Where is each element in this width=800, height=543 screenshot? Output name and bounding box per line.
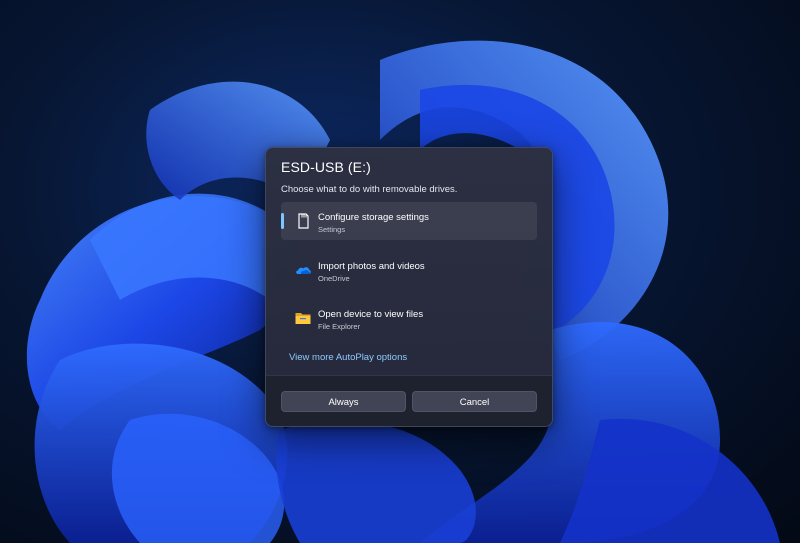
onedrive-cloud-icon (296, 267, 311, 274)
always-button[interactable]: Always (281, 391, 406, 412)
option-title: Configure storage settings (318, 212, 429, 223)
dialog-subtitle: Choose what to do with removable drives. (281, 184, 458, 195)
option-title: Open device to view files (318, 309, 424, 320)
dialog-footer: Always Cancel (266, 375, 552, 426)
cancel-button[interactable]: Cancel (412, 391, 537, 412)
option-subtitle: Settings (318, 225, 346, 234)
option-configure-storage[interactable]: Configure storage settings Settings (281, 202, 537, 240)
sd-card-icon (298, 213, 309, 229)
option-title: Import photos and videos (318, 261, 425, 272)
desktop: ESD-USB (E:) Choose what to do with remo… (0, 0, 800, 543)
view-more-autoplay-link[interactable]: View more AutoPlay options (289, 352, 407, 363)
option-import-photos[interactable]: Import photos and videos OneDrive (281, 251, 537, 289)
option-subtitle: File Explorer (318, 322, 361, 331)
selection-indicator (281, 213, 284, 229)
autoplay-dialog: ESD-USB (E:) Choose what to do with remo… (265, 147, 553, 427)
option-open-device[interactable]: Open device to view files File Explorer (281, 299, 537, 337)
dialog-title: ESD-USB (E:) (281, 159, 371, 175)
option-subtitle: OneDrive (318, 274, 350, 283)
dialog-body: ESD-USB (E:) Choose what to do with remo… (266, 148, 552, 375)
folder-icon (295, 313, 311, 324)
